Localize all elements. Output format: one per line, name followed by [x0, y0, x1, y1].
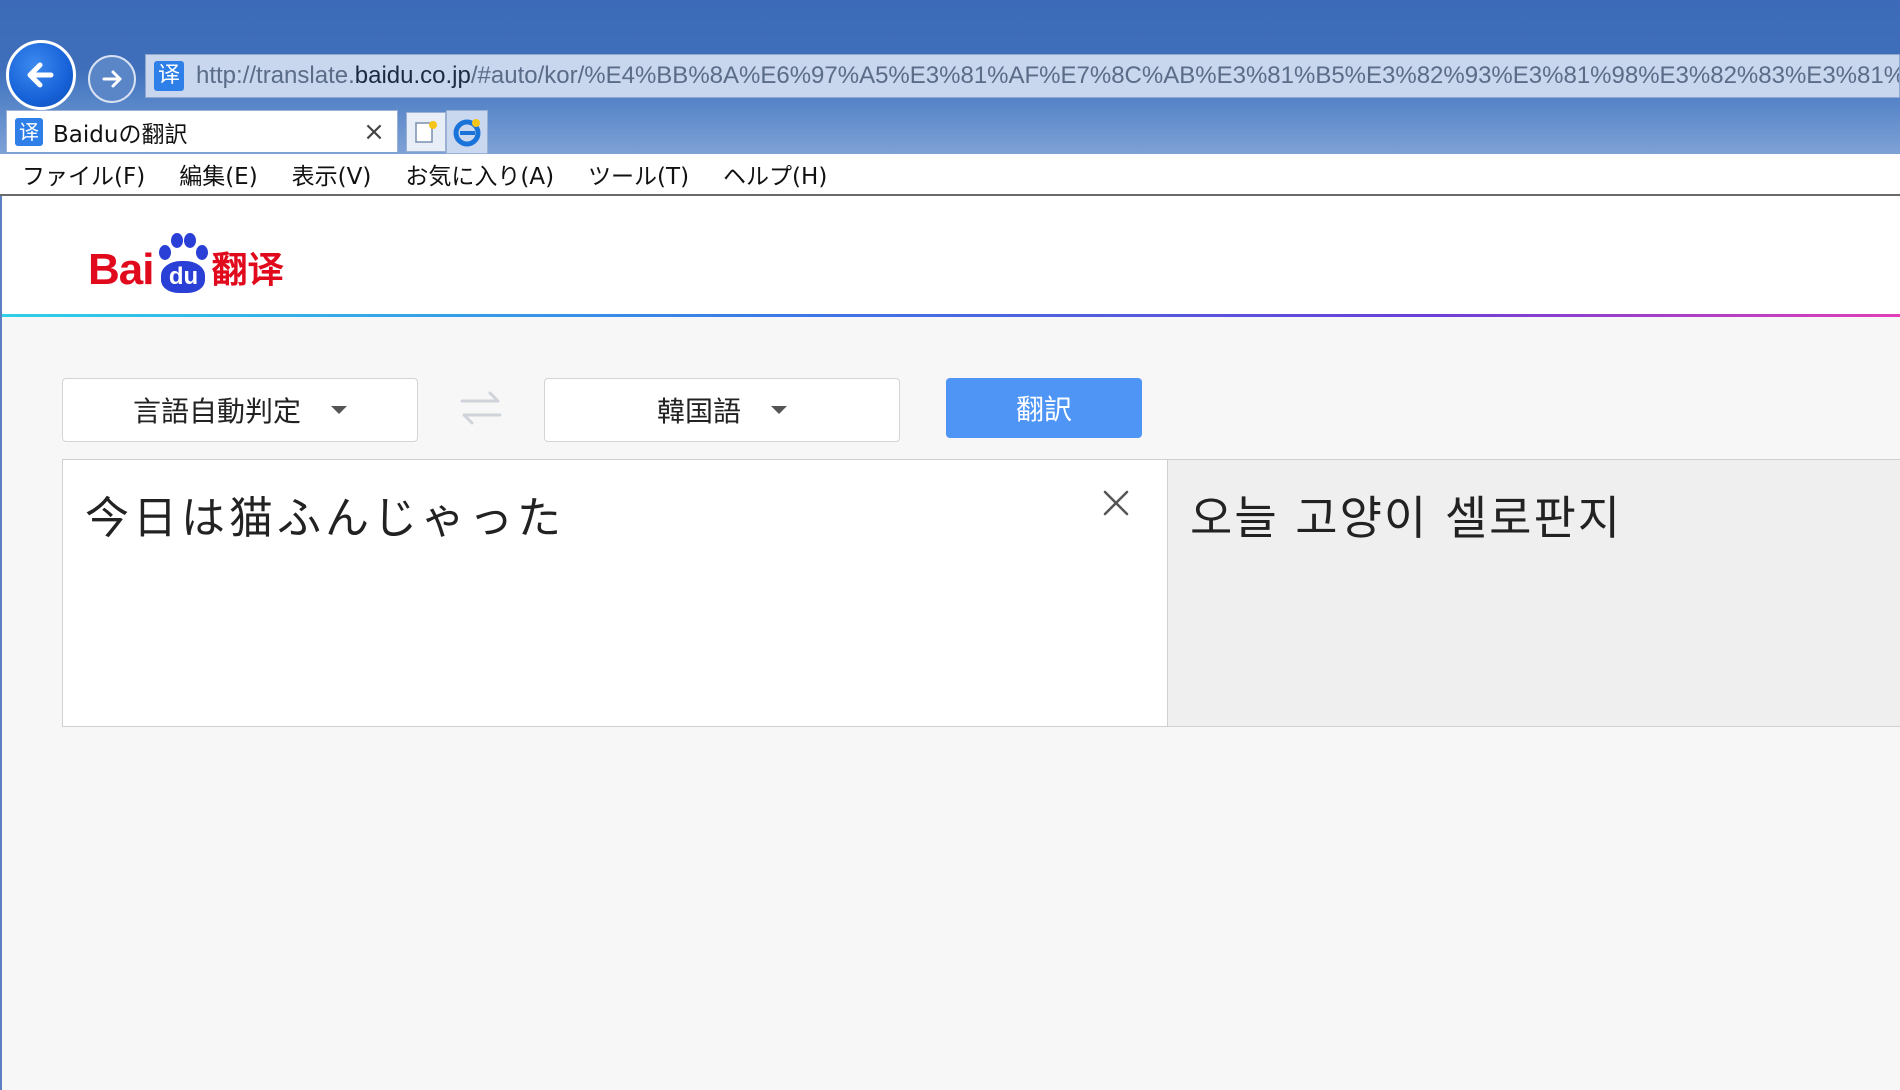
menu-tools[interactable]: ツール(T)	[588, 157, 689, 191]
source-text[interactable]: 今日は猫ふんじゃった	[85, 482, 565, 546]
translate-button[interactable]: 翻訳	[946, 378, 1142, 438]
header-divider	[2, 314, 1900, 317]
paw-logo-icon: du	[155, 231, 209, 295]
menu-file[interactable]: ファイル(F)	[22, 157, 145, 191]
menu-edit[interactable]: 編集(E)	[179, 157, 257, 191]
browser-tab[interactable]: 译 Baiduの翻訳 ×	[6, 110, 398, 152]
logo-text-du: du	[161, 261, 206, 293]
ie-logo-icon	[453, 119, 481, 147]
clear-icon[interactable]	[1099, 486, 1133, 520]
url-text[interactable]: http://translate.baidu.co.jp/#auto/kor/%…	[196, 62, 1899, 90]
target-language-select[interactable]: 韓国語	[544, 378, 900, 442]
page-border	[0, 196, 2, 1090]
menu-bar: ファイル(F) 編集(E) 表示(V) お気に入り(A) ツール(T) ヘルプ(…	[0, 154, 1900, 196]
forward-button[interactable]	[88, 55, 136, 103]
browser-window: 译 http://translate.baidu.co.jp/#auto/kor…	[0, 0, 1900, 1090]
target-language-label: 韓国語	[656, 395, 741, 428]
arrow-right-icon	[102, 70, 122, 88]
arrow-left-icon	[27, 62, 54, 88]
browser-chrome: 译 http://translate.baidu.co.jp/#auto/kor…	[0, 0, 1900, 154]
tab-title: Baiduの翻訳	[53, 121, 188, 148]
tab-favicon-icon: 译	[15, 117, 43, 146]
menu-favorites[interactable]: お気に入り(A)	[405, 157, 554, 191]
baidu-fanyi-logo[interactable]: Bai du 翻译	[88, 225, 284, 295]
translated-text: 오늘 고양이 셀로판지	[1190, 491, 1623, 545]
caret-down-icon	[771, 406, 787, 414]
logo-text-bai: Bai	[88, 245, 154, 294]
logo-text-fanyi: 翻译	[211, 250, 284, 291]
source-language-label: 言語自動判定	[132, 395, 301, 428]
page-header	[2, 196, 1900, 316]
caret-down-icon	[331, 406, 347, 414]
menu-view[interactable]: 表示(V)	[292, 157, 372, 191]
tab-close-icon[interactable]: ×	[359, 117, 389, 147]
source-text-input[interactable]: 今日は猫ふんじゃった	[62, 459, 1168, 727]
new-tab-button[interactable]	[406, 112, 446, 152]
address-bar[interactable]: 译 http://translate.baidu.co.jp/#auto/kor…	[145, 54, 1900, 98]
swap-languages-icon[interactable]	[458, 385, 504, 431]
translation-output: 오늘 고양이 셀로판지	[1168, 459, 1900, 727]
site-favicon-icon: 译	[154, 61, 184, 91]
new-tab-icon	[415, 121, 437, 143]
source-language-select[interactable]: 言語自動判定	[62, 378, 418, 442]
menu-help[interactable]: ヘルプ(H)	[723, 157, 827, 191]
back-button[interactable]	[6, 40, 76, 110]
ie-quick-tab-button[interactable]	[446, 110, 488, 154]
